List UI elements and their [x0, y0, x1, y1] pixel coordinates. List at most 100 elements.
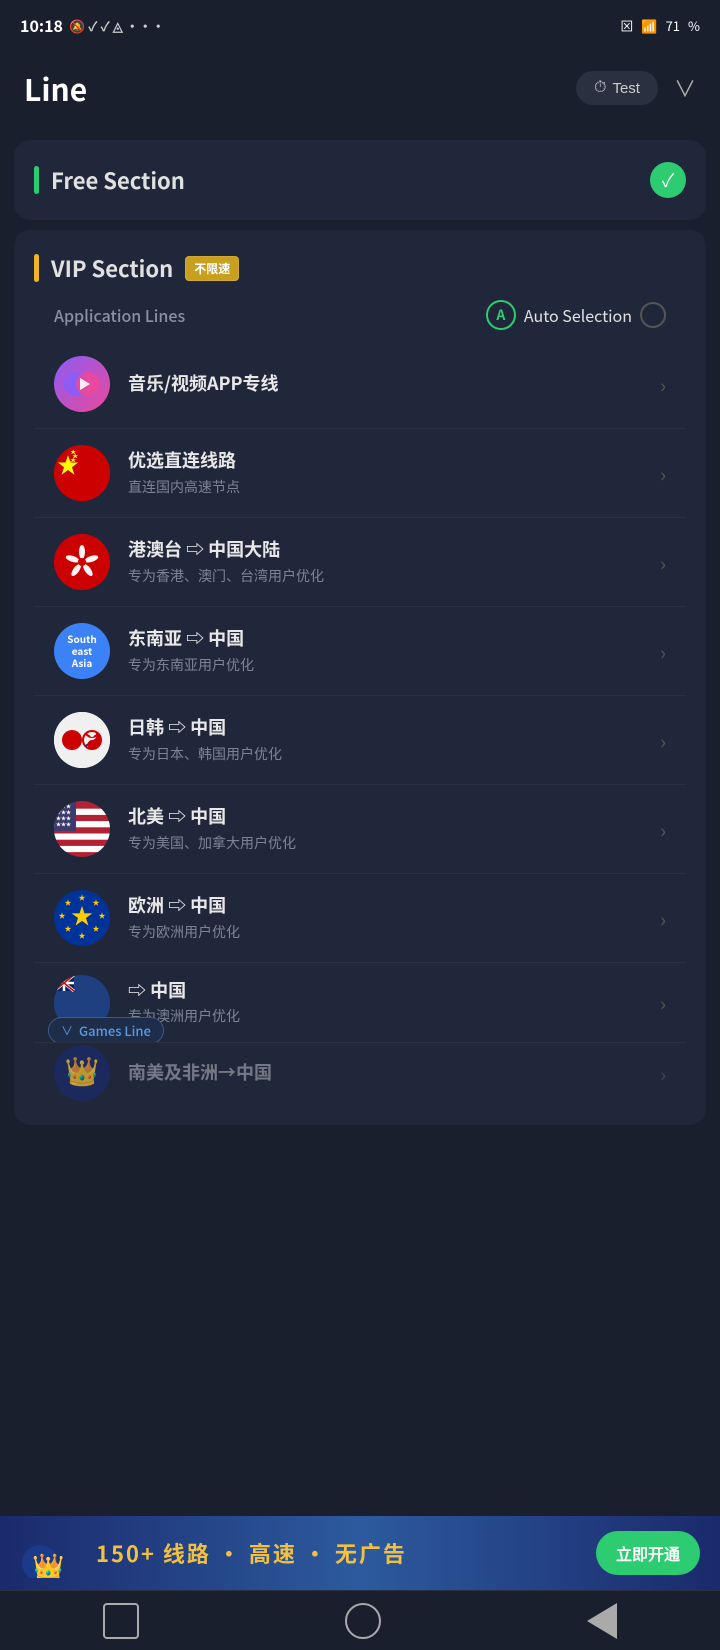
back-circle-button[interactable]	[345, 1603, 381, 1639]
free-section-header: Free Section ✓	[34, 162, 686, 198]
china-direct-subtitle: 直连国内高速节点	[128, 477, 652, 497]
eu-flag-icon: ★ ★ ★ ★ ★ ★ ★ ★ ★	[54, 890, 110, 946]
sea-line-info: 东南亚 ⇨ 中国 专为东南亚用户优化	[128, 627, 652, 674]
status-bar: 10:18 🔕 ✓ ✓ ◬ ··· ⊠ 📶 71 %	[0, 0, 720, 50]
line-item-northamerica[interactable]: ★★★ ★★★ ★★★ ★★★ 北美 ⇨ 中国 专为美国、加拿大用户优化 ›	[34, 785, 686, 874]
northamerica-line-subtitle: 专为美国、加拿大用户优化	[128, 833, 652, 853]
svg-text:★: ★	[59, 911, 66, 921]
vip-section-header: VIP Section 不限速	[34, 252, 686, 284]
africa-icon: 👑	[54, 1045, 110, 1101]
auto-selection-radio[interactable]	[640, 302, 666, 328]
sea-icon: SoutheastAsia	[54, 623, 110, 679]
europe-line-info: 欧洲 ⇨ 中国 专为欧洲用户优化	[128, 894, 652, 941]
china-direct-info: 优选直连线路 直连国内高速节点	[128, 449, 652, 496]
test-button[interactable]: ⏱ Test	[576, 71, 658, 105]
close-icon: ⊠	[620, 16, 633, 35]
chevron-right-icon: ›	[660, 815, 666, 844]
line-item-africa[interactable]: 👑 南美及非洲→中国 ›	[34, 1043, 686, 1103]
time-display: 10:18	[20, 13, 63, 37]
svg-text:★★★: ★★★	[56, 821, 71, 828]
chevron-right-icon: ›	[660, 459, 666, 488]
australia-line-title: ⇨ 中国	[128, 979, 652, 1002]
bottom-navigation	[0, 1590, 720, 1650]
games-line-badge[interactable]: ∨ Games Line	[48, 1017, 164, 1043]
line-item-australia[interactable]: ⇨ 中国 专为澳洲用户优化 ∨ Games Line ›	[34, 963, 686, 1043]
northamerica-line-title: 北美 ⇨ 中国	[128, 805, 652, 828]
svg-text:★: ★	[93, 924, 100, 934]
chevron-right-icon: ›	[660, 1059, 666, 1088]
hk-line-title: 港澳台 ⇨ 中国大陆	[128, 538, 652, 561]
line-item-sea[interactable]: SoutheastAsia 东南亚 ⇨ 中国 专为东南亚用户优化 ›	[34, 607, 686, 696]
back-triangle-button[interactable]	[587, 1603, 617, 1639]
auto-a-icon: A	[486, 300, 516, 330]
line-item-music[interactable]: 音乐/视频APP专线 ›	[34, 340, 686, 429]
main-content: Free Section ✓ VIP Section 不限速 Applicati…	[0, 140, 720, 1265]
svg-text:👑: 👑	[32, 1547, 64, 1578]
sea-line-title: 东南亚 ⇨ 中国	[128, 627, 652, 650]
jpkr-line-subtitle: 专为日本、韩国用户优化	[128, 744, 652, 764]
page-title: Line	[24, 66, 87, 110]
free-section-title: Free Section	[51, 164, 185, 196]
music-icon	[54, 356, 110, 412]
battery-icon: %	[688, 16, 700, 35]
africa-line-title: 南美及非洲→中国	[128, 1061, 652, 1084]
svg-text:★: ★	[79, 893, 86, 903]
europe-line-title: 欧洲 ⇨ 中国	[128, 894, 652, 917]
chevron-right-icon: ›	[660, 726, 666, 755]
vip-section-title-row: VIP Section 不限速	[34, 252, 239, 284]
vip-section-bar	[34, 254, 39, 282]
china-direct-title: 优选直连线路	[128, 449, 652, 472]
chevron-right-icon: ›	[660, 637, 666, 666]
hk-line-info: 港澳台 ⇨ 中国大陆 专为香港、澳门、台湾用户优化	[128, 538, 652, 585]
africa-line-info: 南美及非洲→中国	[128, 1061, 652, 1084]
promotion-banner[interactable]: 👑 150+ 线路 · 高速 · 无广告 立即开通	[0, 1516, 720, 1590]
free-section-card: Free Section ✓	[14, 140, 706, 220]
status-right-icons: ⊠ 📶 71 %	[620, 16, 700, 35]
games-line-text: Games Line	[79, 1021, 151, 1040]
jpkr-line-title: 日韩 ⇨ 中国	[128, 716, 652, 739]
china-flag-icon	[54, 445, 110, 501]
status-time: 10:18 🔕 ✓ ✓ ◬ ···	[20, 13, 165, 37]
banner-text: 150+ 线路 · 高速 · 无广告	[96, 1537, 580, 1569]
app-lines-label: Application Lines	[54, 303, 185, 327]
jpkr-line-info: 日韩 ⇨ 中国 专为日本、韩国用户优化	[128, 716, 652, 763]
line-item-china-direct[interactable]: 优选直连线路 直连国内高速节点 ›	[34, 429, 686, 518]
northamerica-line-info: 北美 ⇨ 中国 专为美国、加拿大用户优化	[128, 805, 652, 852]
europe-line-subtitle: 专为欧洲用户优化	[128, 922, 652, 942]
line-item-hk[interactable]: 港澳台 ⇨ 中国大陆 专为香港、澳门、台湾用户优化 ›	[34, 518, 686, 607]
test-label: Test	[612, 80, 640, 97]
chevron-right-icon: ›	[660, 548, 666, 577]
free-section-title-row: Free Section	[34, 164, 185, 196]
australia-line-info: ⇨ 中国 专为澳洲用户优化	[128, 979, 652, 1026]
hk-line-subtitle: 专为香港、澳门、台湾用户优化	[128, 566, 652, 586]
svg-text:👑: 👑	[65, 1050, 100, 1090]
header: Line ⏱ Test ∨	[0, 50, 720, 130]
svg-text:★: ★	[79, 931, 86, 941]
australia-line-subtitle: 专为澳洲用户优化	[128, 1006, 652, 1026]
auto-selection-row[interactable]: A Auto Selection	[486, 300, 666, 330]
music-line-info: 音乐/视频APP专线	[128, 372, 652, 395]
music-line-title: 音乐/视频APP专线	[128, 372, 652, 395]
speed-icon: ⏱	[594, 79, 606, 97]
battery-display: 71	[666, 16, 680, 35]
free-section-check[interactable]: ✓	[650, 162, 686, 198]
svg-text:★: ★	[93, 898, 100, 908]
line-item-europe[interactable]: ★ ★ ★ ★ ★ ★ ★ ★ ★ 欧洲 ⇨ 中国 专为欧洲用户优化	[34, 874, 686, 963]
free-section-bar	[34, 166, 39, 194]
vip-badge: 不限速	[185, 256, 239, 281]
app-lines-header: Application Lines A Auto Selection	[34, 284, 686, 340]
jpkr-flag-icon	[54, 712, 110, 768]
upgrade-button[interactable]: 立即开通	[596, 1531, 700, 1575]
us-flag-icon: ★★★ ★★★ ★★★ ★★★	[54, 801, 110, 857]
chevron-down-icon[interactable]: ∨	[674, 72, 696, 104]
header-actions: ⏱ Test ∨	[576, 71, 696, 105]
chevron-right-icon: ›	[660, 370, 666, 399]
sea-line-subtitle: 专为东南亚用户优化	[128, 655, 652, 675]
home-button[interactable]	[103, 1603, 139, 1639]
vip-section-card: VIP Section 不限速 Application Lines A Auto…	[14, 230, 706, 1125]
svg-text:★: ★	[65, 924, 72, 934]
svg-text:★: ★	[99, 911, 106, 921]
line-item-jpkr[interactable]: 日韩 ⇨ 中国 专为日本、韩国用户优化 ›	[34, 696, 686, 785]
hk-flag-icon	[54, 534, 110, 590]
auto-selection-text: Auto Selection	[524, 303, 632, 327]
